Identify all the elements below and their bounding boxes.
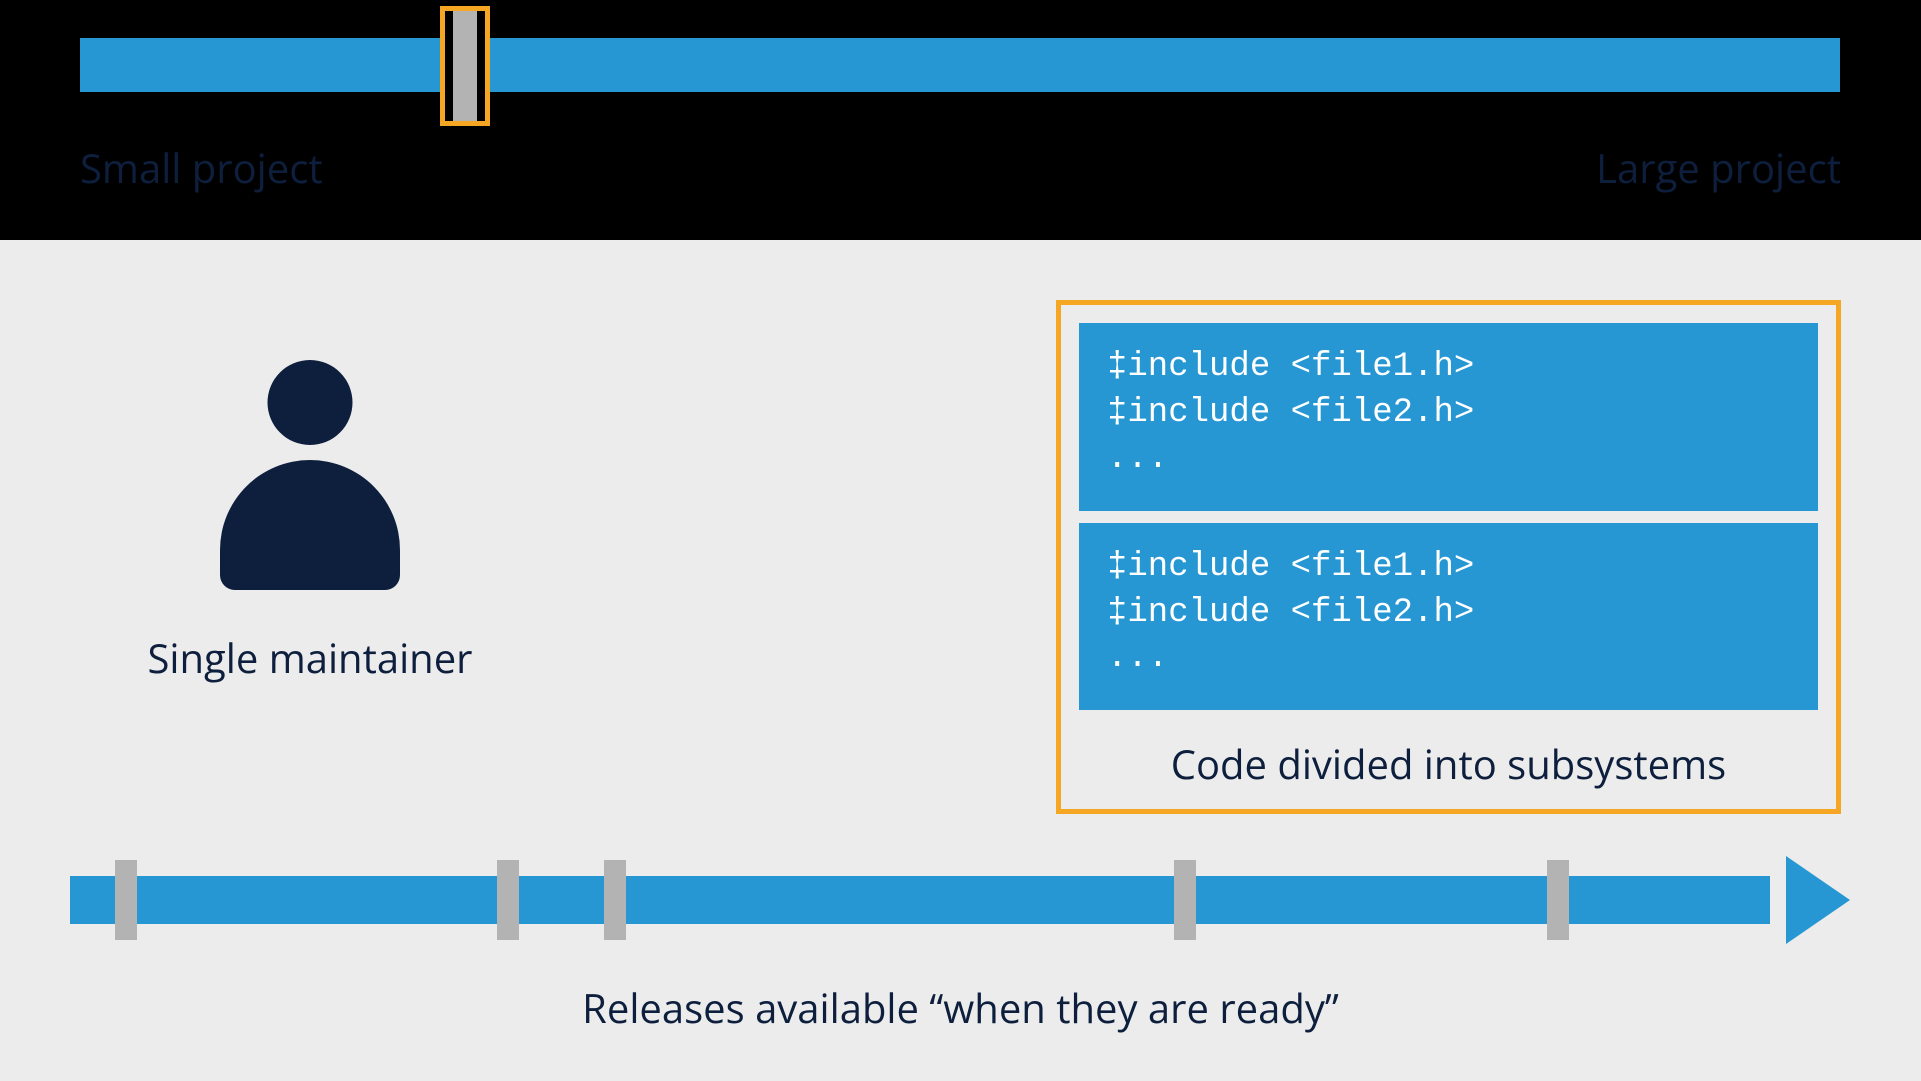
spectrum-bar [80, 38, 1840, 92]
timeline-tick [1547, 860, 1569, 940]
person-icon [210, 360, 410, 600]
code-box-label: Code divided into subsystems [1079, 722, 1818, 799]
release-timeline [70, 860, 1850, 940]
spectrum-right-label: Large project [1596, 140, 1841, 195]
project-size-spectrum: Small project Large project [0, 0, 1921, 240]
timeline-tick [1174, 860, 1196, 940]
code-panel: ‡include <file1.h> ‡include <file2.h> ..… [1079, 523, 1818, 711]
spectrum-handle[interactable] [440, 6, 490, 126]
timeline-tick [115, 860, 137, 940]
code-subsystems-box: ‡include <file1.h> ‡include <file2.h> ..… [1056, 300, 1841, 814]
timeline-tick [497, 860, 519, 940]
timeline-tick [604, 860, 626, 940]
maintainer-block: Single maintainer [120, 360, 500, 685]
timeline-bar [70, 876, 1770, 924]
code-panel: ‡include <file1.h> ‡include <file2.h> ..… [1079, 323, 1818, 511]
spectrum-left-label: Small project [80, 140, 323, 195]
maintainer-label: Single maintainer [120, 630, 500, 685]
spectrum-handle-grip [453, 11, 477, 121]
main-area: Single maintainer ‡include <file1.h> ‡in… [0, 240, 1921, 1081]
timeline-label: Releases available “when they are ready” [0, 980, 1921, 1035]
arrowhead-icon [1786, 856, 1850, 944]
